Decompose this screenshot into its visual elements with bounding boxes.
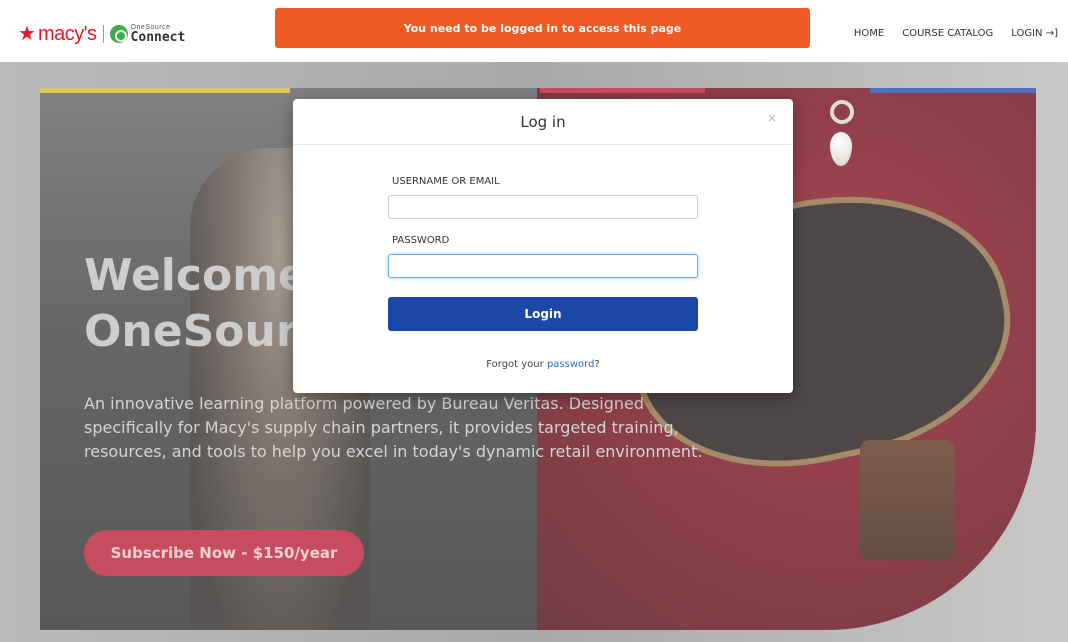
password-label: PASSWORD [392,235,450,246]
onesource-icon [109,25,128,43]
forgot-password-text: Forgot your password? [486,359,600,370]
login-required-alert: You need to be logged in to access this … [275,8,810,48]
login-button[interactable]: Login [388,297,698,331]
logo-divider [102,25,104,43]
nav-home[interactable]: HOME [854,28,884,39]
top-nav: HOME COURSE CATALOG LOGIN →] [854,28,1058,39]
onesource-wordmark: OneSource Connect [130,24,186,45]
username-label: USERNAME OR EMAIL [392,176,500,187]
forgot-password-link[interactable]: password [547,359,594,370]
macys-wordmark: macy's [37,22,97,45]
brand-logo[interactable]: ★ macy's OneSource Connect [18,22,185,46]
close-icon[interactable]: × [767,111,777,125]
username-input[interactable] [388,195,698,219]
modal-title: Log in [520,113,566,131]
nav-login[interactable]: LOGIN →] [1011,28,1058,39]
modal-header: Log in × [293,99,793,145]
login-icon: →] [1045,28,1058,39]
login-modal: Log in × USERNAME OR EMAIL PASSWORD Logi… [293,99,793,393]
password-input[interactable] [388,254,698,278]
star-icon: ★ [18,23,36,45]
nav-course-catalog[interactable]: COURSE CATALOG [902,28,993,39]
